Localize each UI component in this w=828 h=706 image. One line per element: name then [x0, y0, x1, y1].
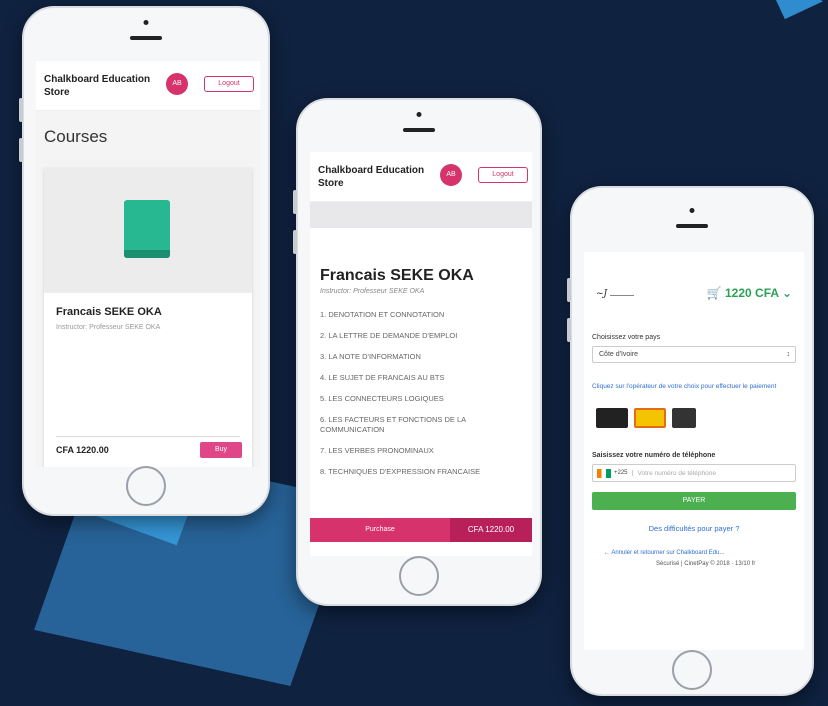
speaker-grille — [403, 128, 435, 132]
avatar[interactable]: AB — [166, 73, 188, 95]
logout-button[interactable]: Logout — [204, 76, 254, 92]
phone-side-button — [293, 230, 297, 254]
cart-total[interactable]: 🛒 1220 CFA ⌄ — [707, 286, 792, 300]
store-name: Chalkboard Education Store — [318, 165, 425, 189]
phone-course-detail: Chalkboard Education Store AB Logout Fra… — [293, 98, 542, 606]
course-card[interactable]: Francais SEKE OKA Instructor: Professeur… — [44, 168, 252, 467]
app-header: Chalkboard Education Store AB Logout — [310, 152, 532, 202]
list-item[interactable]: 6. LES FACTEURS ET FONCTIONS DE LA COMMU… — [320, 415, 525, 435]
divider — [56, 436, 240, 437]
page-title: Courses — [44, 127, 108, 146]
phone-courses: Chalkboard Education Store AB Logout Cou… — [19, 6, 270, 516]
operator-moov-icon[interactable] — [672, 408, 696, 428]
list-item[interactable]: 1. DENOTATION ET CONNOTATION — [320, 310, 525, 320]
list-item[interactable]: 2. LA LETTRE DE DEMANDE D'EMPLOI — [320, 331, 525, 341]
list-item[interactable]: 3. LA NOTE D'INFORMATION — [320, 352, 525, 362]
course-detail-screen: Chalkboard Education Store AB Logout Fra… — [310, 152, 532, 556]
front-camera — [143, 20, 149, 25]
cart-amount: 1220 CFA — [725, 286, 779, 300]
country-value: Côte d'Ivoire — [599, 351, 639, 358]
home-button[interactable] — [672, 650, 712, 690]
phone-side-button — [19, 98, 23, 122]
svg-text:~J: ~J — [596, 289, 609, 299]
home-button[interactable] — [399, 556, 439, 596]
operator-list — [596, 408, 696, 428]
front-camera — [689, 208, 695, 213]
store-name: Chalkboard Education Store — [44, 74, 151, 98]
cart-icon: 🛒 — [706, 286, 722, 300]
courses-screen: Chalkboard Education Store AB Logout Cou… — [36, 61, 260, 467]
phone-placeholder: Votre numéro de téléphone — [637, 469, 716, 477]
purchase-bar: Purchase CFA 1220.00 — [310, 518, 532, 542]
course-instructor: Instructor: Professeur SEKE OKA — [56, 324, 161, 331]
speaker-grille — [676, 224, 708, 228]
course-title: Francais SEKE OKA — [56, 306, 162, 318]
pay-button[interactable]: PAYER — [592, 492, 796, 510]
country-code: +225 — [614, 470, 633, 476]
decorative-triangle — [756, 0, 824, 30]
country-label: Choisissez votre pays — [592, 334, 661, 341]
list-item[interactable]: 5. LES CONNECTEURS LOGIQUES — [320, 394, 525, 404]
front-camera — [416, 112, 422, 117]
payment-screen: ~J 🛒 1220 CFA ⌄ Choisissez votre pays Cô… — [584, 252, 804, 650]
purchase-price: CFA 1220.00 — [450, 518, 532, 542]
purchase-button[interactable]: Purchase — [310, 518, 450, 542]
buy-button[interactable]: Buy — [200, 442, 242, 458]
phone-payment: ~J 🛒 1220 CFA ⌄ Choisissez votre pays Cô… — [567, 186, 814, 696]
speaker-grille — [130, 36, 162, 40]
course-price: CFA 1220.00 — [56, 445, 109, 455]
phone-side-button — [567, 318, 571, 342]
app-header: Chalkboard Education Store AB Logout — [36, 61, 260, 111]
footer-text: Sécurisé | CinetPay © 2018 · 13/10 fr — [656, 561, 756, 567]
avatar[interactable]: AB — [440, 164, 462, 186]
help-link[interactable]: Des difficultés pour payer ? — [584, 524, 804, 533]
phone-input[interactable]: +225 Votre numéro de téléphone — [592, 464, 796, 482]
operator-orange-money-icon[interactable] — [596, 408, 628, 428]
select-arrow-icon: ↕ — [786, 351, 791, 358]
country-select[interactable]: Côte d'Ivoire ↕ — [592, 346, 796, 363]
list-item[interactable]: 8. TECHNIQUES D'EXPRESSION FRANCAISE — [320, 467, 525, 477]
course-banner — [310, 202, 532, 228]
back-link[interactable]: ← Annuler et retourner sur Chalkboard Ed… — [604, 550, 724, 556]
operator-mtn-icon[interactable] — [634, 408, 666, 428]
chevron-down-icon: ⌄ — [781, 286, 792, 300]
phone-side-button — [19, 138, 23, 162]
payment-logo-icon: ~J — [596, 289, 634, 299]
book-icon — [124, 200, 170, 258]
list-item[interactable]: 7. LES VERBES PRONOMINAUX — [320, 446, 525, 456]
course-title: Francais SEKE OKA — [320, 267, 474, 284]
lesson-list: 1. DENOTATION ET CONNOTATION 2. LA LETTR… — [320, 310, 525, 488]
course-instructor: Instructor: Professeur SEKE OKA — [320, 288, 425, 295]
phone-side-button — [293, 190, 297, 214]
list-item[interactable]: 4. LE SUJET DE FRANCAIS AU BTS — [320, 373, 525, 383]
flag-icon — [597, 468, 611, 478]
phone-label: Saisissez votre numéro de téléphone — [592, 452, 716, 459]
logout-button[interactable]: Logout — [478, 167, 528, 183]
operator-instruction: Cliquez sur l'opérateur de votre choix p… — [592, 383, 777, 390]
home-button[interactable] — [126, 466, 166, 506]
course-thumbnail — [44, 168, 252, 293]
phone-side-button — [567, 278, 571, 302]
